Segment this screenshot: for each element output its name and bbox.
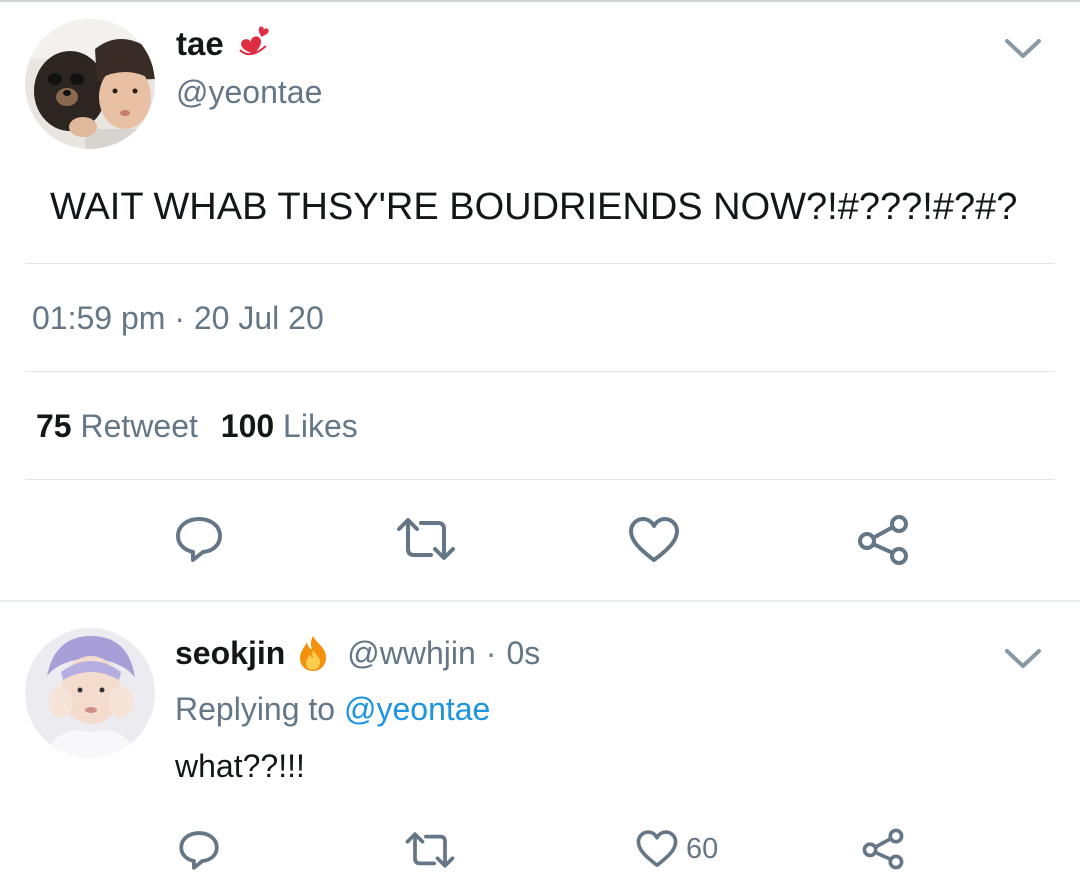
like-button[interactable]: [628, 516, 680, 564]
reply-reply-button[interactable]: [177, 828, 221, 872]
tweet-text: WAIT WHAB THSY'RE BOUDRIENDS NOW?!#???!#…: [50, 186, 1018, 228]
reply-handle[interactable]: @wwhjin: [347, 635, 476, 672]
revolving-hearts-icon: [234, 24, 274, 64]
share-icon: [862, 828, 904, 870]
like-count[interactable]: 100: [221, 408, 274, 444]
reply-avatar[interactable]: [25, 628, 155, 758]
fire-icon: [295, 634, 331, 672]
replying-mention[interactable]: @yeontae: [344, 691, 490, 727]
reply-like-button[interactable]: 60: [636, 829, 718, 869]
retweet-label[interactable]: Retweet: [80, 408, 197, 444]
reply-header: seokjin @wwhjin · 0s: [175, 634, 540, 672]
divider: [25, 479, 1055, 480]
author-handle[interactable]: @yeontae: [176, 74, 322, 111]
heart-icon: [629, 517, 679, 562]
replying-to: Replying to @yeontae: [175, 691, 490, 728]
avatar[interactable]: [25, 19, 155, 149]
reply-author-name[interactable]: seokjin: [175, 635, 285, 672]
tweet-timestamp: 01:59 pm · 20 Jul 20: [32, 300, 324, 337]
reply-button[interactable]: [173, 513, 225, 565]
replying-prefix: Replying to: [175, 691, 336, 727]
reply-retweet-button[interactable]: [404, 830, 456, 870]
tweet-time: 01:59 pm: [32, 300, 166, 336]
retweet-button[interactable]: [395, 515, 457, 563]
meta-separator: ·: [174, 300, 185, 336]
reply-share-button[interactable]: [861, 828, 905, 870]
tweet-date: 20 Jul 20: [193, 300, 324, 336]
chevron-down-icon[interactable]: [1003, 646, 1043, 677]
divider: [25, 371, 1055, 372]
tweet-stats: 75 Retweet 100 Likes: [36, 408, 358, 445]
author-name[interactable]: tae: [176, 25, 224, 63]
like-label[interactable]: Likes: [283, 408, 358, 444]
divider: [25, 263, 1055, 264]
retweet-icon: [397, 518, 455, 560]
share-button[interactable]: [856, 514, 910, 566]
comment-icon: [176, 517, 222, 562]
share-icon: [858, 515, 908, 565]
reply-separator: ·: [485, 634, 497, 671]
top-border: [0, 0, 1080, 2]
heart-icon: [636, 830, 678, 867]
comment-icon: [179, 831, 219, 870]
reply-text: what??!!!: [175, 748, 305, 784]
reply-like-count: 60: [686, 832, 719, 865]
section-divider: [0, 600, 1080, 602]
chevron-down-icon[interactable]: [1003, 36, 1043, 67]
reply-age: 0s: [506, 634, 541, 671]
retweet-count[interactable]: 75: [36, 408, 72, 444]
retweet-icon: [405, 832, 455, 868]
